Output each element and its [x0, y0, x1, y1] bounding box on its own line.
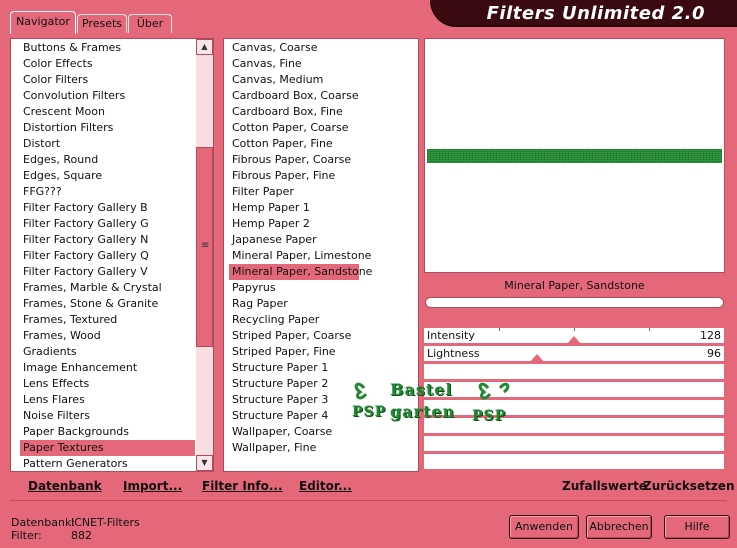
- filter-list-item[interactable]: Cotton Paper, Fine: [229, 136, 359, 152]
- filter-list-item[interactable]: Canvas, Fine: [229, 56, 359, 72]
- category-list-item[interactable]: Color Filters: [20, 72, 195, 88]
- category-list-panel: Buttons & Frames Color Effects Color Filte…: [10, 38, 214, 472]
- filter-list-item[interactable]: Recycling Paper: [229, 312, 359, 328]
- reset-link[interactable]: Zurücksetzen: [643, 479, 734, 493]
- editor-link[interactable]: Editor...: [299, 479, 352, 493]
- category-list-item[interactable]: Image Enhancement: [20, 360, 195, 376]
- cancel-button[interactable]: Abbrechen: [586, 515, 652, 539]
- intensity-slider-thumb[interactable]: [566, 336, 582, 345]
- watermark-line2: garten: [390, 402, 456, 421]
- slider-empty-6: [424, 454, 724, 471]
- category-list-item[interactable]: Pattern Generators: [20, 456, 195, 472]
- filter-list-item[interactable]: Striped Paper, Coarse: [229, 328, 359, 344]
- database-link[interactable]: Datenbank: [28, 479, 102, 493]
- category-list-item[interactable]: Filter Factory Gallery B: [20, 200, 195, 216]
- filter-count-value: 882: [71, 529, 92, 542]
- lightness-slider-thumb[interactable]: [528, 354, 545, 363]
- random-values-link[interactable]: Zufallswerte: [562, 479, 647, 493]
- filter-list-item[interactable]: Cotton Paper, Coarse: [229, 120, 359, 136]
- footer-divider: [10, 500, 727, 501]
- category-list-item[interactable]: FFG???: [20, 184, 195, 200]
- filter-list-item[interactable]: Cardboard Box, Coarse: [229, 88, 359, 104]
- filter-list-item[interactable]: Wallpaper, Fine: [229, 440, 359, 456]
- watermark-line1: Bastel: [390, 380, 453, 399]
- filter-list-item[interactable]: Hemp Paper 2: [229, 216, 359, 232]
- category-list-item[interactable]: Paper Textures: [20, 440, 195, 456]
- watermark-logo: Bastel garten PSP PSP: [350, 378, 515, 433]
- category-list-item[interactable]: Frames, Stone & Granite: [20, 296, 195, 312]
- filter-list-item[interactable]: Filter Paper: [229, 184, 359, 200]
- filter-list-item[interactable]: Cardboard Box, Fine: [229, 104, 359, 120]
- category-list-item[interactable]: Edges, Square: [20, 168, 195, 184]
- filter-count-label: Filter:: [11, 529, 42, 542]
- tab-navigator[interactable]: Navigator: [10, 11, 76, 34]
- slider-empty-5: [424, 436, 724, 453]
- filter-list-item[interactable]: Canvas, Medium: [229, 72, 359, 88]
- scroll-down-button[interactable]: ▼: [196, 455, 213, 471]
- category-list-item[interactable]: Filter Factory Gallery Q: [20, 248, 195, 264]
- preview-texture-stripe: [427, 149, 722, 163]
- filter-list-item[interactable]: Canvas, Coarse: [229, 40, 359, 56]
- apply-button[interactable]: Anwenden: [509, 515, 579, 539]
- slider-label: Lightness: [427, 347, 480, 360]
- database-info-value: ICNET-Filters: [71, 516, 140, 529]
- filter-list-item[interactable]: Wallpaper, Coarse: [229, 424, 359, 440]
- category-list: Buttons & Frames Color Effects Color Filte…: [20, 40, 195, 472]
- filter-list-item[interactable]: Striped Paper, Fine: [229, 344, 359, 360]
- category-list-item[interactable]: Distortion Filters: [20, 120, 195, 136]
- slider-label: Intensity: [427, 329, 475, 342]
- category-list-item[interactable]: Noise Filters: [20, 408, 195, 424]
- category-list-item[interactable]: Lens Effects: [20, 376, 195, 392]
- category-list-item[interactable]: Paper Backgrounds: [20, 424, 195, 440]
- filter-list-item[interactable]: Structure Paper 1: [229, 360, 359, 376]
- filter-list-item[interactable]: Structure Paper 2: [229, 376, 359, 392]
- database-info-label: Datenbank:: [11, 516, 76, 529]
- slider-value: 128: [700, 329, 721, 342]
- category-list-item[interactable]: Filter Factory Gallery N: [20, 232, 195, 248]
- filter-list-item[interactable]: Fibrous Paper, Coarse: [229, 152, 359, 168]
- tab-presets[interactable]: Presets: [77, 14, 127, 33]
- category-list-item[interactable]: Distort: [20, 136, 195, 152]
- filter-list-item[interactable]: Japanese Paper: [229, 232, 359, 248]
- category-list-item[interactable]: Frames, Marble & Crystal: [20, 280, 195, 296]
- category-list-item[interactable]: Lens Flares: [20, 392, 195, 408]
- category-list-item[interactable]: Gradients: [20, 344, 195, 360]
- tab-uber[interactable]: Über: [128, 14, 172, 33]
- slider-lightness[interactable]: Lightness 96: [424, 346, 724, 363]
- watermark-badge-left: PSP: [352, 404, 387, 420]
- import-link[interactable]: Import...: [123, 479, 182, 493]
- grip-icon: ≡: [201, 240, 210, 251]
- category-list-item[interactable]: Crescent Moon: [20, 104, 195, 120]
- category-list-item[interactable]: Buttons & Frames: [20, 40, 195, 56]
- app-title: Filters Unlimited 2.0: [486, 3, 705, 24]
- category-list-item[interactable]: Filter Factory Gallery G: [20, 216, 195, 232]
- filter-list-item[interactable]: Fibrous Paper, Fine: [229, 168, 359, 184]
- filter-list-item[interactable]: Mineral Paper, Sandstone: [229, 264, 372, 280]
- scroll-up-button[interactable]: ▲: [196, 39, 213, 55]
- filter-list-item[interactable]: Papyrus: [229, 280, 359, 296]
- filter-list-item[interactable]: Structure Paper 3: [229, 392, 359, 408]
- category-scrollbar[interactable]: ▲ ≡ ▼: [196, 39, 213, 471]
- current-filter-label: Mineral Paper, Sandstone: [504, 279, 645, 292]
- category-list-item[interactable]: Edges, Round: [20, 152, 195, 168]
- category-list-item[interactable]: Convolution Filters: [20, 88, 195, 104]
- category-list-item[interactable]: Filter Factory Gallery V: [20, 264, 195, 280]
- filter-info-link[interactable]: Filter Info...: [202, 479, 283, 493]
- filter-list-item[interactable]: Rag Paper: [229, 296, 359, 312]
- category-list-item[interactable]: Frames, Wood: [20, 328, 195, 344]
- filter-list: Canvas, Coarse Canvas, Fine Canvas, Medium…: [229, 40, 372, 456]
- progress-bar: [425, 297, 724, 308]
- scroll-thumb[interactable]: ≡: [196, 147, 213, 347]
- filter-list-item[interactable]: Structure Paper 4: [229, 408, 359, 424]
- filter-list-item[interactable]: Hemp Paper 1: [229, 200, 359, 216]
- slider-value: 96: [707, 347, 721, 360]
- category-list-item[interactable]: Color Effects: [20, 56, 195, 72]
- preview-panel: [424, 38, 725, 273]
- filter-list-item[interactable]: Mineral Paper, Limestone: [229, 248, 371, 264]
- category-list-item[interactable]: Frames, Textured: [20, 312, 195, 328]
- help-button[interactable]: Hilfe: [664, 515, 730, 539]
- watermark-badge-right: PSP: [472, 408, 507, 424]
